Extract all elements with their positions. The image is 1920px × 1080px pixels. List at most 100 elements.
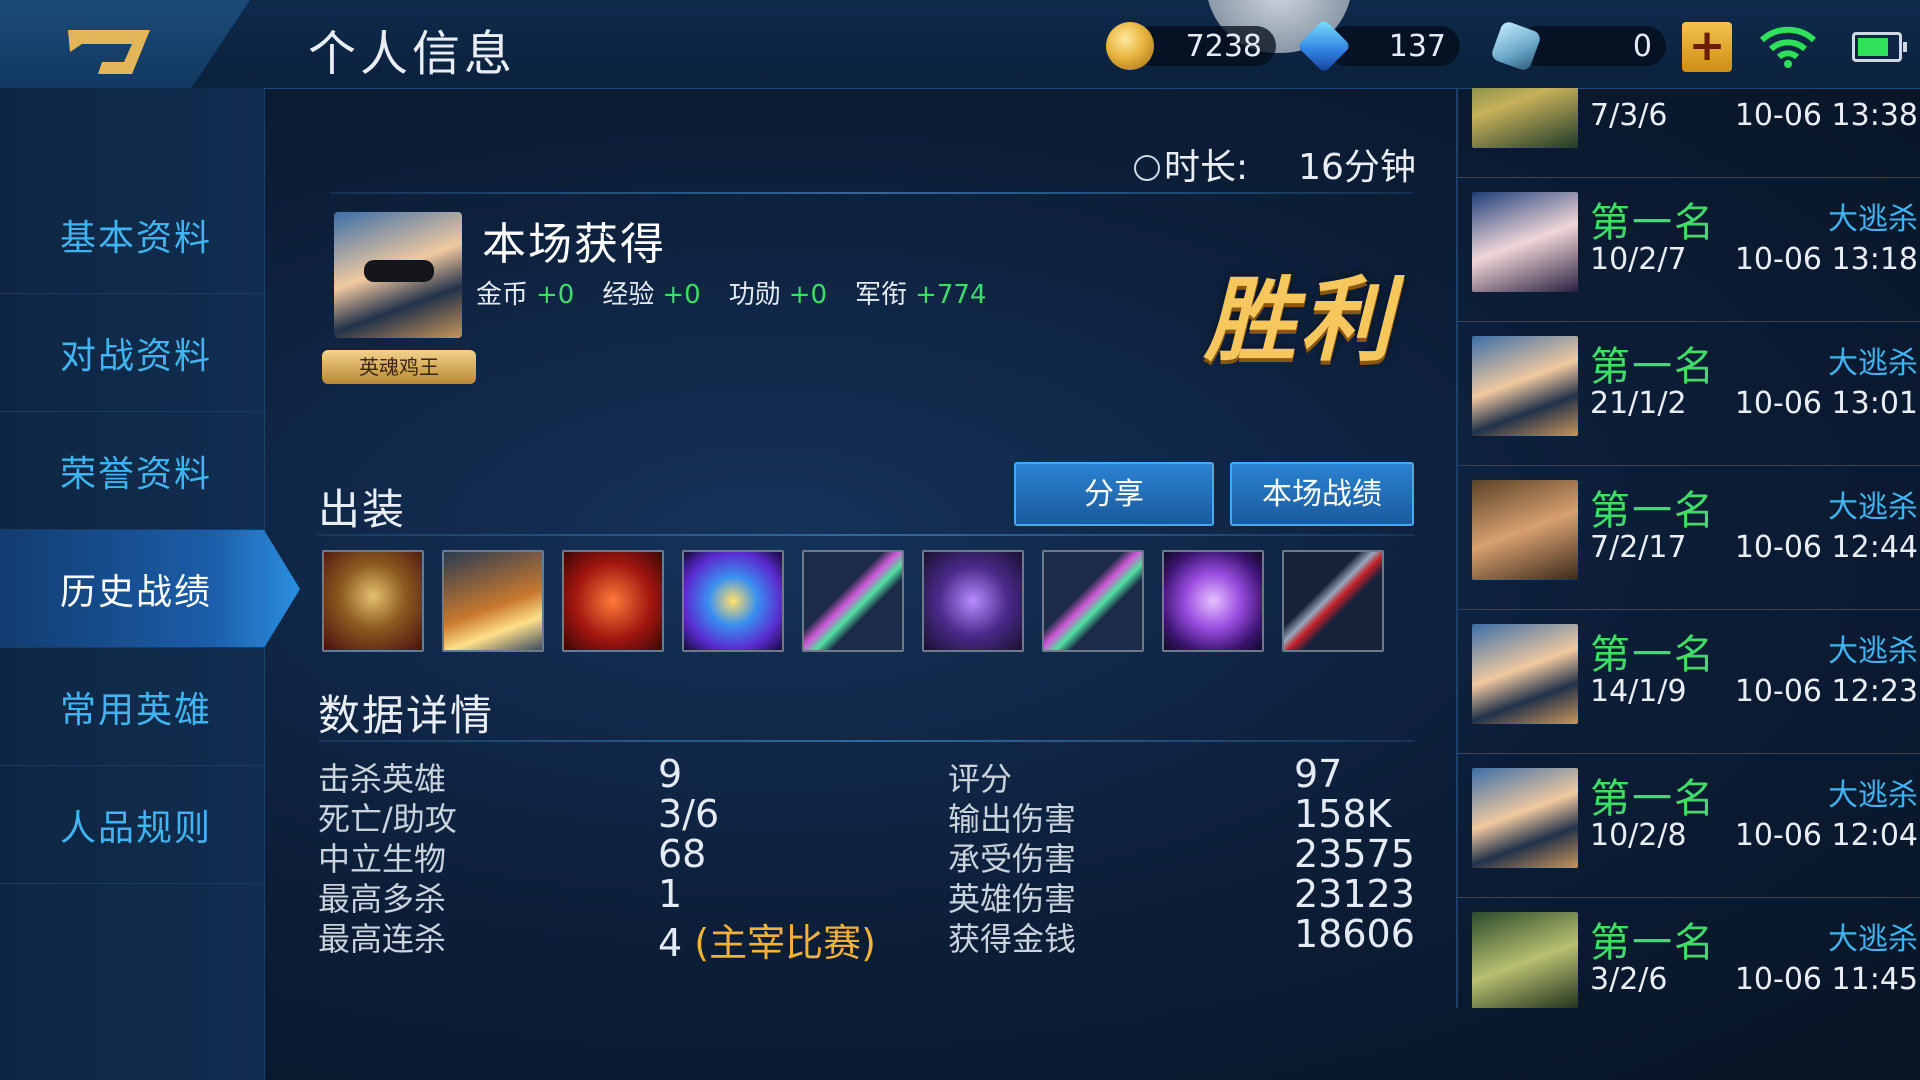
history-rank: 第一名 (1590, 200, 1716, 246)
boots-icon[interactable] (442, 550, 544, 652)
page-title: 个人信息 (308, 26, 517, 82)
history-row[interactable]: 第一名 大逃杀 10/2/8 10-06 12:04 (1458, 754, 1920, 898)
green-sword-icon[interactable] (1042, 550, 1144, 652)
stat-label: 获得金钱 (948, 920, 1077, 958)
stat-value: 68 (658, 832, 707, 876)
match-detail-panel: 时长: 16分钟 英魂鸡王 本场获得 金币 +0 经验 +0 功勋 +0 军衔 +774 … (264, 88, 1454, 1080)
history-rank: 第一名 (1590, 632, 1716, 678)
equipment-title: 出装 (318, 485, 407, 534)
history-row[interactable]: 第一名 大逃杀 3/2/6 10-06 11:45 (1458, 898, 1920, 1008)
history-time: 10-06 13:01 (1734, 386, 1918, 421)
stat-value: 9 (658, 752, 683, 796)
history-row[interactable]: 第一名 大逃杀 7/2/17 10-06 12:44 (1458, 466, 1920, 610)
red-blade-icon[interactable] (1282, 550, 1384, 652)
sidebar-item-label: 对战资料 (60, 335, 213, 377)
demon-mask-icon[interactable] (562, 550, 664, 652)
history-mode: 大逃杀 (1828, 634, 1918, 669)
divider (330, 192, 1414, 194)
stat-label: 最高连杀 (318, 920, 447, 958)
match-result: 胜利 (1204, 266, 1397, 374)
hero-avatar (1472, 912, 1578, 1008)
history-mode: 大逃杀 (1828, 490, 1918, 525)
sidebar-item-label: 历史战绩 (60, 571, 213, 613)
sidebar-item-label: 荣誉资料 (60, 453, 213, 495)
history-rank: 第一名 (1590, 488, 1716, 534)
history-time: 10-06 13:18 (1734, 242, 1918, 277)
duration-value: 16分钟 (1298, 147, 1416, 188)
divider (318, 534, 1414, 536)
gold-value: 7238 (1185, 28, 1262, 64)
history-time: 10-06 13:38 (1734, 98, 1918, 133)
earned-rewards: 金币 +0 经验 +0 功勋 +0 军衔 +774 (476, 274, 986, 311)
history-kda: 10/2/8 (1590, 818, 1687, 853)
history-row[interactable]: 第一名 大逃杀 21/1/2 10-06 13:01 (1458, 322, 1920, 466)
history-kda: 3/2/6 (1590, 962, 1668, 997)
history-mode: 大逃杀 (1828, 346, 1918, 381)
mvp-note: (主宰比赛) (694, 921, 876, 965)
purple-armor-icon[interactable] (922, 550, 1024, 652)
history-rank: 第一名 (1590, 776, 1716, 822)
stat-value: 23123 (1294, 872, 1415, 916)
back-arrow-icon (68, 30, 150, 74)
reward-gold: 金币 +0 (476, 280, 575, 310)
diamond-value: 137 (1388, 28, 1446, 64)
purple-orb-icon[interactable] (1162, 550, 1264, 652)
match-record-button[interactable]: 本场战绩 (1230, 462, 1414, 526)
reward-merit: 功勋 +0 (728, 280, 828, 310)
history-kda: 7/2/17 (1590, 530, 1687, 565)
diamond-currency: 137 (1296, 18, 1460, 74)
stat-value: 23575 (1294, 832, 1415, 876)
history-kda: 21/1/2 (1590, 386, 1687, 421)
voucher-currency: 0 (1489, 19, 1666, 73)
share-button[interactable]: 分享 (1014, 462, 1214, 526)
stat-value: 1 (658, 872, 683, 916)
history-mode: 大逃杀 (1828, 202, 1918, 237)
stat-value: 97 (1294, 752, 1343, 796)
clock-icon (1134, 155, 1160, 181)
duration-label: 时长: (1164, 147, 1249, 188)
stat-value: 18606 (1294, 912, 1415, 956)
data-details-title: 数据详情 (318, 691, 495, 740)
history-row[interactable]: 第一名 大逃杀 10/2/7 10-06 13:18 (1458, 178, 1920, 322)
sidebar-item-label: 人品规则 (60, 807, 213, 849)
gold-currency: 7238 (1106, 20, 1276, 72)
history-time: 10-06 12:23 (1734, 674, 1918, 709)
history-time: 10-06 11:45 (1734, 962, 1918, 997)
history-mode: 大逃杀 (1828, 922, 1918, 957)
sidebar-item-basic-info[interactable]: 基本资料 (0, 176, 264, 294)
sidebar: 基本资料 对战资料 荣誉资料 历史战绩 常用英雄 人品规则 (0, 88, 300, 1080)
history-kda: 10/2/7 (1590, 242, 1687, 277)
sidebar-item-battle-info[interactable]: 对战资料 (0, 294, 264, 412)
hero-portrait[interactable] (334, 212, 462, 338)
history-mode: 大逃杀 (1828, 778, 1918, 813)
hero-avatar (1472, 624, 1578, 724)
lightning-orb-icon[interactable] (682, 550, 784, 652)
hero-avatar (1472, 336, 1578, 436)
gold-coin-icon (1106, 22, 1154, 70)
battery-icon (1852, 32, 1907, 62)
history-time: 10-06 12:44 (1734, 530, 1918, 565)
armor-mask-icon[interactable] (322, 550, 424, 652)
reward-exp: 经验 +0 (602, 280, 701, 310)
history-row[interactable]: 7/3/6 10-06 13:38 (1458, 88, 1920, 178)
history-time: 10-06 12:04 (1734, 818, 1918, 853)
hero-avatar (1472, 480, 1578, 580)
sidebar-item-match-history[interactable]: 历史战绩 (0, 530, 300, 648)
wifi-icon (1759, 26, 1817, 68)
sidebar-item-label: 常用英雄 (60, 689, 213, 731)
top-bar: 个人信息 7238 137 0 + (0, 0, 1920, 105)
match-history-list[interactable]: 7/3/6 10-06 13:38 第一名 大逃杀 10/2/7 10-06 1… (1456, 88, 1920, 1008)
sidebar-item-credit-rules[interactable]: 人品规则 (0, 766, 264, 884)
hero-avatar (1472, 88, 1578, 148)
reward-rank: 军衔 +774 (855, 280, 987, 310)
sidebar-item-honor-info[interactable]: 荣誉资料 (0, 412, 264, 530)
history-kda: 7/3/6 (1590, 98, 1668, 133)
stat-value: 3/6 (658, 792, 720, 836)
sidebar-item-common-heroes[interactable]: 常用英雄 (0, 648, 264, 766)
divider (318, 740, 1414, 742)
recharge-plus-button[interactable]: + (1682, 22, 1732, 72)
match-duration: 时长: 16分钟 (1134, 138, 1416, 190)
hero-avatar (1472, 768, 1578, 868)
history-row[interactable]: 第一名 大逃杀 14/1/9 10-06 12:23 (1458, 610, 1920, 754)
green-sword-icon[interactable] (802, 550, 904, 652)
